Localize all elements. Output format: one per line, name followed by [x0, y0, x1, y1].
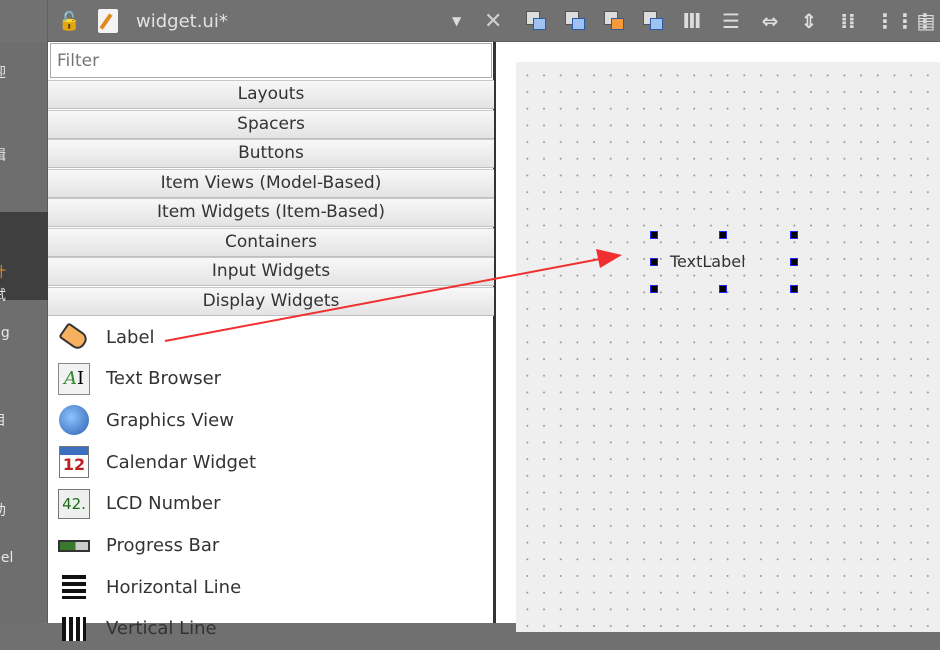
widget-item-label: Text Browser	[106, 368, 221, 389]
mode-item-label: 助	[0, 500, 6, 520]
selection-handle[interactable]	[790, 258, 798, 266]
widget-item[interactable]: Vertical Line	[48, 608, 494, 650]
editor-toolbar: 🔓 widget.ui* ▼ ✕ Ⅲ ☰ ⇔ ⇕ ⁞⁞ ⋮⋮⋮ ▤	[48, 0, 940, 42]
category-header[interactable]: Buttons	[48, 139, 494, 168]
category-header[interactable]: Spacers	[48, 110, 494, 139]
widget-item[interactable]: Graphics View	[48, 399, 494, 441]
widget-item-label: Horizontal Line	[106, 577, 241, 598]
widget-item-label: Calendar Widget	[106, 452, 256, 473]
mode-item[interactable]: 迎	[0, 62, 48, 84]
text-browser-icon: AI	[56, 362, 92, 396]
edit-signals-slots-icon[interactable]	[563, 9, 587, 33]
selection-handle[interactable]	[719, 285, 727, 293]
form-widget[interactable]: TextLabel	[516, 62, 940, 632]
text-label-widget[interactable]: TextLabel	[670, 252, 746, 271]
mode-item-label: ug	[0, 325, 10, 341]
lock-open-icon[interactable]: 🔓	[58, 0, 80, 42]
mode-item-label: bel	[0, 550, 13, 566]
selection-handle[interactable]	[650, 231, 658, 239]
horizontal-line-icon	[56, 570, 92, 604]
mode-item-label: 试	[0, 285, 6, 305]
edit-widgets-icon[interactable]	[524, 9, 548, 33]
widget-item[interactable]: 12 Calendar Widget	[48, 441, 494, 483]
widget-item[interactable]: Progress Bar	[48, 525, 494, 567]
mode-item[interactable]: ug	[0, 325, 48, 347]
category-header[interactable]: Layouts	[48, 80, 494, 109]
widget-item-label: Label	[106, 327, 155, 348]
widget-item-label: Graphics View	[106, 410, 234, 431]
mode-item-label: 目	[0, 410, 6, 430]
category-header[interactable]: Item Views (Model-Based)	[48, 169, 494, 198]
chevron-down-icon[interactable]: ▼	[452, 0, 461, 42]
mode-item[interactable]: 目	[0, 410, 48, 432]
layout-vertical-splitter-icon[interactable]: ⇕	[797, 9, 821, 33]
lcd-number-icon: 42.	[56, 487, 92, 521]
layout-horizontal-icon[interactable]: Ⅲ	[680, 9, 704, 33]
mode-item-label: 迎	[0, 62, 6, 82]
selection-handle[interactable]	[790, 231, 798, 239]
layout-grid-icon[interactable]: ⋮⋮⋮	[875, 9, 899, 33]
widget-item-label: LCD Number	[106, 493, 221, 514]
progress-bar-icon	[56, 529, 92, 563]
layout-form-icon[interactable]: ⁞⁞	[836, 9, 860, 33]
form-editor-canvas[interactable]: TextLabel	[496, 42, 940, 623]
widget-item[interactable]: 42. LCD Number	[48, 483, 494, 525]
mode-bar-header	[0, 0, 48, 42]
calendar-icon-text: 12	[60, 455, 88, 474]
label-tag-icon	[56, 320, 92, 354]
mode-item-label: 计	[0, 262, 6, 282]
widget-item[interactable]: Horizontal Line	[48, 566, 494, 608]
vertical-line-icon	[56, 612, 92, 646]
edit-tab-order-icon[interactable]	[641, 9, 665, 33]
category-header[interactable]: Input Widgets	[48, 257, 494, 286]
mode-item-label: 辑	[0, 145, 6, 165]
close-icon[interactable]: ✕	[484, 0, 502, 42]
mode-item[interactable]: 试	[0, 285, 48, 307]
mode-item[interactable]: 辑	[0, 145, 48, 167]
graphics-view-icon	[56, 403, 92, 437]
selection-handle[interactable]	[719, 231, 727, 239]
break-layout-icon[interactable]: ▤	[914, 9, 938, 33]
mode-item[interactable]: bel	[0, 550, 48, 572]
filter-input[interactable]	[50, 43, 492, 78]
category-header[interactable]: Containers	[48, 228, 494, 257]
widget-item-label: Progress Bar	[106, 535, 219, 556]
widget-item[interactable]: AI Text Browser	[48, 358, 494, 400]
widget-box: LayoutsSpacersButtonsItem Views (Model-B…	[48, 42, 496, 623]
selection-handle[interactable]	[790, 285, 798, 293]
widget-item[interactable]: Label	[48, 316, 494, 358]
layout-horizontal-splitter-icon[interactable]: ⇔	[758, 9, 782, 33]
mode-selector-bar: 迎辑计试 ug v 目助 bel	[0, 42, 48, 623]
layout-vertical-icon[interactable]: ☰	[719, 9, 743, 33]
selection-handle[interactable]	[650, 258, 658, 266]
category-header[interactable]: Item Widgets (Item-Based)	[48, 198, 494, 227]
selection-handle[interactable]	[650, 285, 658, 293]
mode-item[interactable]: 助	[0, 500, 48, 522]
ui-file-edit-icon	[98, 9, 118, 33]
edit-buddies-icon[interactable]	[602, 9, 626, 33]
widget-item-label: Vertical Line	[106, 618, 217, 639]
calendar-icon: 12	[56, 445, 92, 479]
mode-item[interactable]: v	[0, 365, 48, 387]
category-header[interactable]: Display Widgets	[48, 287, 494, 316]
document-title-combo[interactable]: widget.ui*	[136, 0, 228, 42]
